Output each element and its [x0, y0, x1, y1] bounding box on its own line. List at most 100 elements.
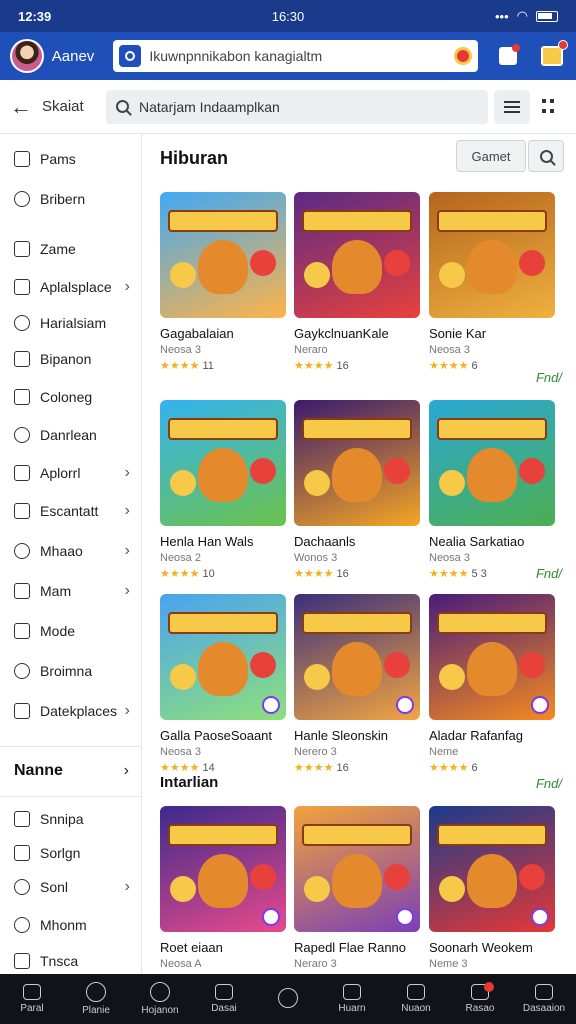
game-character	[332, 448, 382, 502]
sidebar-item-label: Mhonm	[40, 917, 87, 933]
sidebar-item[interactable]: Zame	[0, 234, 142, 264]
sidebar-item[interactable]: Pams	[0, 144, 142, 174]
category-search-input[interactable]	[139, 98, 478, 115]
sidebar-item-label: Bipanon	[40, 351, 92, 367]
game-card[interactable]: Dachaanls Wonos 3 ★★★★ 16	[294, 400, 420, 580]
game-title: Hanle Sleonskin	[294, 728, 388, 743]
game-thumbnail[interactable]	[160, 806, 286, 932]
star-rating-icon: ★★★★	[160, 360, 200, 372]
main-content: Hiburan Gamet Fnd/ Fnd/ Intarlian Fnd/ G…	[142, 134, 576, 974]
notification-badge	[512, 44, 521, 52]
sidebar-item[interactable]: Coloneg	[0, 382, 142, 412]
game-card[interactable]: Aladar Rafanfag Neme ★★★★ 6	[429, 594, 555, 774]
chevron-right-icon: ›	[124, 582, 130, 599]
bottom-nav-label: Rasao	[465, 1003, 495, 1014]
bell-icon	[14, 427, 30, 443]
notification-button[interactable]	[494, 42, 522, 70]
game-card[interactable]: Nealia Sarkatiao Neosa 3 ★★★★ 5 3	[429, 400, 555, 580]
menu-button[interactable]	[494, 89, 530, 124]
clear-search-icon[interactable]	[454, 47, 473, 65]
game-thumbnail[interactable]	[160, 594, 286, 720]
sidebar-item[interactable]: Mhaao ›	[0, 536, 142, 566]
bottom-nav-item[interactable]: Huarn	[322, 984, 382, 1014]
sidebar-item[interactable]: Mhonm	[0, 910, 142, 940]
game-filter-button[interactable]: Gamet	[456, 140, 526, 172]
game-card[interactable]: Henla Han Wals Neosa 2 ★★★★ 10	[160, 400, 286, 580]
doc-icon	[14, 503, 30, 519]
bottom-nav-item[interactable]: Dasai	[194, 984, 254, 1014]
sidebar-item[interactable]: Aplorrl ›	[0, 458, 142, 488]
bottom-nav-item[interactable]: Nuaon	[386, 984, 446, 1014]
game-thumbnail[interactable]	[160, 400, 286, 526]
game-thumbnail[interactable]	[294, 594, 420, 720]
bottom-nav-item[interactable]: Planie	[66, 982, 126, 1016]
avatar[interactable]	[10, 39, 44, 73]
sidebar-item-label: Mode	[40, 623, 76, 639]
game-card[interactable]: Gagabalaian Neosa 3 ★★★★ 11	[160, 192, 286, 372]
game-card[interactable]: Galla PaoseSoaant Neosa 3 ★★★★ 14	[160, 594, 286, 774]
game-subtitle: Neosa 2	[160, 552, 201, 564]
game-card[interactable]: Rapedl Flae Ranno Neraro 3	[294, 806, 420, 970]
window-icon	[535, 984, 553, 1000]
game-thumbnail[interactable]	[294, 400, 420, 526]
game-card[interactable]: Hanle Sleonskin Nerero 3 ★★★★ 16	[294, 594, 420, 774]
search-icon[interactable]	[119, 45, 142, 67]
game-sprite	[170, 876, 196, 902]
content-search-button[interactable]	[528, 140, 564, 172]
game-card[interactable]: Soonarh Weokem Neme 3	[429, 806, 555, 970]
game-thumbnail[interactable]	[160, 192, 286, 318]
sidebar-item[interactable]: Aplalsplace ›	[0, 272, 142, 302]
sidebar-item[interactable]: Datekplaces ›	[0, 696, 142, 726]
bottom-nav-item[interactable]: Dasaaion	[514, 984, 574, 1014]
game-thumbnail[interactable]	[294, 806, 420, 932]
more-link-row1[interactable]: Fnd/	[536, 370, 562, 385]
game-rating: ★★★★ 5 3	[429, 567, 555, 581]
sidebar-item[interactable]: Bipanon	[0, 344, 142, 374]
sidebar-item[interactable]: Broimna	[0, 656, 142, 686]
game-thumbnail[interactable]	[429, 192, 555, 318]
game-thumbnail[interactable]	[429, 806, 555, 932]
game-card[interactable]: Sonie Kar Neosa 3 ★★★★ 6	[429, 192, 555, 372]
game-thumbnail[interactable]	[429, 594, 555, 720]
sidebar-item[interactable]: Sorlgn	[0, 838, 142, 868]
game-thumbnail[interactable]	[294, 192, 420, 318]
sidebar-item[interactable]: Harialsiam	[0, 308, 142, 338]
sidebar-item[interactable]: Sonl ›	[0, 872, 142, 902]
sidebar-item[interactable]: Mode	[0, 616, 142, 646]
back-arrow-icon[interactable]: ←	[10, 94, 36, 120]
bottom-nav-item[interactable]: Paral	[2, 984, 62, 1014]
game-card[interactable]: GaykclnuanKale Neraro ★★★★ 16	[294, 192, 420, 372]
gift-button[interactable]	[538, 40, 568, 70]
sidebar-item[interactable]: Tnsca	[0, 946, 142, 976]
grid-view-icon[interactable]	[542, 98, 558, 115]
game-logo-banner	[437, 824, 547, 846]
game-logo-banner	[437, 612, 547, 634]
game-sprite	[384, 652, 410, 678]
search-icon	[116, 100, 129, 113]
chat-icon	[14, 845, 30, 861]
sidebar-heading[interactable]: Nanne	[14, 762, 63, 780]
game-card[interactable]: Roet eiaan Neosa A	[160, 806, 286, 970]
rating-count: 10	[202, 567, 215, 580]
game-sprite	[304, 876, 330, 902]
sidebar-item[interactable]: Mam ›	[0, 576, 142, 606]
back-label[interactable]: Skaiat	[42, 98, 106, 115]
bottom-nav-item[interactable]: Hojanon	[130, 982, 190, 1016]
sidebar-item[interactable]: Snnipa	[0, 804, 142, 834]
global-search	[113, 40, 479, 72]
bottom-nav-item[interactable]	[258, 987, 318, 1011]
global-search-input[interactable]	[149, 48, 455, 64]
play-badge-icon	[262, 696, 280, 714]
game-title: GaykclnuanKale	[294, 326, 389, 341]
bottom-nav-item[interactable]: Rasao	[450, 982, 510, 1014]
rating-count: 5 3	[471, 567, 487, 580]
sidebar-item-label: Broimna	[40, 663, 93, 679]
sidebar-item[interactable]: Danrlean	[0, 420, 142, 450]
bottom-nav-label: Paral	[20, 1003, 44, 1014]
more-link-row3[interactable]: Fnd/	[536, 776, 562, 791]
rating-count: 6	[471, 761, 478, 774]
sidebar-item[interactable]: Escantatt ›	[0, 496, 142, 526]
game-thumbnail[interactable]	[429, 400, 555, 526]
star-rating-icon: ★★★★	[294, 762, 334, 774]
sidebar-item[interactable]: Bribern	[0, 184, 142, 214]
